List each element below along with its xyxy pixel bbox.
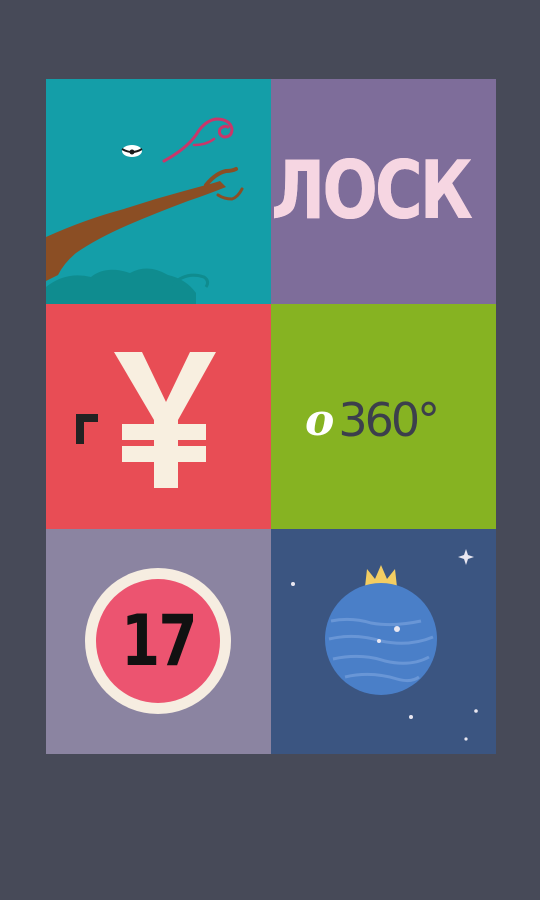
tile-360[interactable]: o 360° [271,304,496,529]
tile-bird-branch[interactable] [46,79,271,304]
tile-yen[interactable] [46,304,271,529]
ornament-illustration [291,549,478,741]
widget-grid: ЛОСК o 360° 17 [46,79,496,754]
o-prefix: o [305,394,335,446]
yen-icon [76,352,216,488]
lock-label: ЛОСК [271,144,473,237]
degrees-label: 360° [338,393,440,447]
tile-ornament[interactable] [271,529,496,754]
tile-day-17[interactable]: 17 [46,529,271,754]
bird-branch-illustration [46,117,244,304]
label-360: o 360° [305,390,440,450]
tile-lock[interactable]: ЛОСК [271,79,496,304]
day-number: 17 [121,600,197,682]
